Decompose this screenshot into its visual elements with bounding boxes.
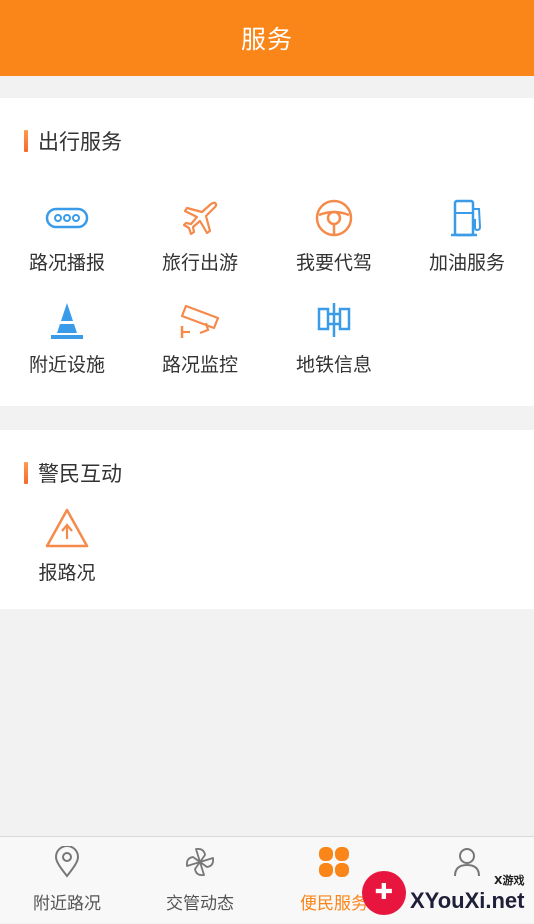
tab-label: 附近路况 — [33, 894, 101, 914]
location-pin-icon — [50, 845, 84, 879]
service-label: 路况播报 — [28, 252, 105, 274]
airplane-icon — [176, 194, 224, 242]
section-title: 出行服务 — [38, 130, 122, 154]
police-interaction-section: 警民互动 报路况 — [0, 430, 534, 609]
camera-icon — [176, 296, 224, 344]
section-accent-bar — [24, 130, 28, 152]
traffic-broadcast-icon — [43, 194, 91, 242]
section-title: 警民互动 — [38, 462, 122, 486]
warning-triangle-icon — [43, 504, 91, 552]
service-nearby-facilities[interactable]: 附近设施 — [0, 296, 134, 377]
watermark-small-text: X游戏 — [494, 873, 525, 887]
service-traffic-camera[interactable]: 路况监控 — [133, 296, 267, 377]
section-header: 出行服务 — [24, 126, 122, 156]
service-metro-info[interactable]: 地铁信息 — [267, 296, 401, 377]
service-label: 加油服务 — [428, 252, 505, 274]
service-travel-tour[interactable]: 旅行出游 — [133, 194, 267, 275]
tab-nearby-traffic[interactable]: 附近路况 — [0, 837, 134, 924]
service-label: 旅行出游 — [161, 252, 238, 274]
service-label: 地铁信息 — [295, 354, 372, 376]
gamepad-logo-icon: ✚ — [362, 870, 406, 915]
header-bar: 服务 — [0, 0, 534, 76]
section-accent-bar — [24, 462, 28, 484]
page-title: 服务 — [240, 25, 293, 54]
tab-label: 便民服务 — [300, 894, 368, 914]
tab-label: 交管动态 — [166, 894, 234, 914]
service-label: 报路况 — [38, 562, 96, 584]
service-label: 路况监控 — [161, 354, 238, 376]
service-traffic-broadcast[interactable]: 路况播报 — [0, 194, 134, 275]
travel-services-section: 出行服务 路况播报 旅行出游 我要代驾 加油服务 附近设施 路况监控 地铁信息 — [0, 98, 534, 406]
watermark: ✚ X游戏 XYouXi.net — [362, 862, 534, 923]
pinwheel-icon — [183, 845, 217, 879]
steering-wheel-icon — [310, 194, 358, 242]
section-header: 警民互动 — [24, 458, 122, 488]
gas-pump-icon — [443, 194, 491, 242]
service-label: 附近设施 — [28, 354, 105, 376]
metro-icon — [310, 296, 358, 344]
service-designated-driver[interactable]: 我要代驾 — [267, 194, 401, 275]
service-label: 我要代驾 — [295, 252, 372, 274]
service-report-traffic[interactable]: 报路况 — [0, 504, 134, 585]
watermark-text: XYouXi.net — [410, 887, 525, 913]
service-fuel[interactable]: 加油服务 — [400, 194, 534, 275]
grid-flower-icon — [317, 845, 351, 879]
traffic-cone-icon — [43, 296, 91, 344]
tab-traffic-news[interactable]: 交管动态 — [133, 837, 267, 924]
